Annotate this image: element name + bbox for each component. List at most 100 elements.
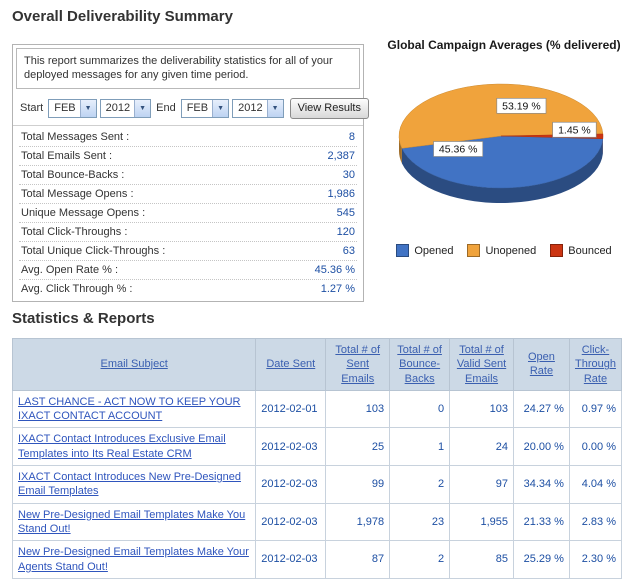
valid-sent-cell: 24 (450, 428, 514, 466)
chevron-down-icon: ▼ (267, 100, 283, 117)
stat-label: Avg. Open Rate % : (21, 264, 118, 276)
table-row: LAST CHANCE - ACT NOW TO KEEP YOUR IXACT… (13, 390, 622, 428)
end-month-select[interactable]: FEB ▼ (181, 99, 229, 118)
stat-label: Total Messages Sent : (21, 131, 129, 143)
email-subject-link[interactable]: IXACT Contact Introduces Exclusive Email… (18, 433, 226, 459)
pie-chart: 45.36 %53.19 %1.45 % (378, 70, 630, 230)
end-month-value: FEB (182, 100, 212, 117)
deliverability-page: Overall Deliverability Summary This repo… (0, 0, 634, 544)
email-subject-cell: New Pre-Designed Email Templates Make Yo… (13, 503, 256, 541)
valid-sent-cell: 103 (450, 390, 514, 428)
end-year-value: 2012 (233, 100, 266, 117)
stat-value: 8 (349, 131, 355, 143)
date-sent-cell: 2012-02-03 (256, 466, 326, 504)
start-year-value: 2012 (101, 100, 134, 117)
end-year-select[interactable]: 2012 ▼ (232, 99, 283, 118)
stat-value: 1.27 % (321, 283, 355, 295)
reports-section-title: Statistics & Reports (12, 310, 155, 327)
email-subject-cell: IXACT Contact Introduces Exclusive Email… (13, 428, 256, 466)
valid-sent-cell: 97 (450, 466, 514, 504)
svg-text:53.19 %: 53.19 % (502, 100, 541, 112)
summary-panel: This report summarizes the deliverabilit… (12, 44, 364, 302)
open-rate-cell: 20.00 % (513, 428, 569, 466)
open-rate-cell: 21.33 % (513, 503, 569, 541)
chevron-down-icon: ▼ (80, 100, 96, 117)
chevron-down-icon: ▼ (212, 100, 228, 117)
legend-label: Opened (414, 245, 453, 257)
col-header-click-through-rate: Click-Through Rate (569, 339, 621, 391)
open-rate-cell: 24.27 % (513, 390, 569, 428)
sort-link-date-sent[interactable]: Date Sent (266, 358, 315, 370)
sort-link-open-rate[interactable]: Open Rate (528, 351, 555, 377)
sent-emails-cell: 87 (326, 541, 390, 579)
click-through-rate-cell: 2.30 % (569, 541, 621, 579)
bounce-backs-cell: 2 (390, 541, 450, 579)
date-sent-cell: 2012-02-03 (256, 503, 326, 541)
stat-label: Avg. Click Through % : (21, 283, 132, 295)
reports-table: Email Subject Date Sent Total # of Sent … (12, 338, 622, 579)
stat-value: 545 (337, 207, 355, 219)
col-header-valid-sent: Total # of Valid Sent Emails (450, 339, 514, 391)
svg-text:1.45 %: 1.45 % (558, 124, 591, 136)
sort-link-sent-emails[interactable]: Total # of Sent Emails (335, 344, 380, 385)
chart-title: Global Campaign Averages (% delivered) (378, 38, 630, 52)
email-subject-link[interactable]: New Pre-Designed Email Templates Make Yo… (18, 546, 249, 572)
legend-label: Unopened (485, 245, 536, 257)
open-rate-cell: 25.29 % (513, 541, 569, 579)
col-header-sent-emails: Total # of Sent Emails (326, 339, 390, 391)
chart-panel: Global Campaign Averages (% delivered) 4… (378, 38, 630, 257)
col-header-email-subject: Email Subject (13, 339, 256, 391)
stat-value: 2,387 (327, 150, 355, 162)
sort-link-valid-sent[interactable]: Total # of Valid Sent Emails (457, 344, 506, 385)
click-through-rate-cell: 0.97 % (569, 390, 621, 428)
end-label: End (154, 102, 178, 114)
start-month-value: FEB (49, 100, 79, 117)
sent-emails-cell: 103 (326, 390, 390, 428)
start-label: Start (18, 102, 45, 114)
stat-label: Total Emails Sent : (21, 150, 112, 162)
stat-value: 45.36 % (315, 264, 355, 276)
start-year-select[interactable]: 2012 ▼ (100, 99, 151, 118)
stat-row: Total Message Opens :1,986 (19, 185, 357, 204)
sort-link-email-subject[interactable]: Email Subject (101, 358, 168, 370)
sort-link-click-through-rate[interactable]: Click-Through Rate (575, 344, 616, 385)
sort-link-bounce-backs[interactable]: Total # of Bounce-Backs (397, 344, 442, 385)
stat-row: Total Click-Throughs :120 (19, 223, 357, 242)
start-month-select[interactable]: FEB ▼ (48, 99, 96, 118)
table-header-row: Email Subject Date Sent Total # of Sent … (13, 339, 622, 391)
email-subject-link[interactable]: New Pre-Designed Email Templates Make Yo… (18, 509, 245, 535)
stat-label: Total Bounce-Backs : (21, 169, 124, 181)
sent-emails-cell: 99 (326, 466, 390, 504)
table-row: IXACT Contact Introduces Exclusive Email… (13, 428, 622, 466)
page-title: Overall Deliverability Summary (12, 8, 233, 25)
stat-row: Total Messages Sent : 8 (19, 128, 357, 147)
col-header-open-rate: Open Rate (513, 339, 569, 391)
legend-item-unopened: Unopened (467, 244, 536, 257)
stat-label: Total Unique Click-Throughs : (21, 245, 165, 257)
date-sent-cell: 2012-02-01 (256, 390, 326, 428)
sent-emails-cell: 25 (326, 428, 390, 466)
view-results-button[interactable]: View Results (290, 98, 369, 119)
email-subject-link[interactable]: LAST CHANCE - ACT NOW TO KEEP YOUR IXACT… (18, 396, 241, 422)
stat-row: Total Emails Sent : 2,387 (19, 147, 357, 166)
legend-item-bounced: Bounced (550, 244, 611, 257)
email-subject-cell: LAST CHANCE - ACT NOW TO KEEP YOUR IXACT… (13, 390, 256, 428)
email-subject-cell: IXACT Contact Introduces New Pre-Designe… (13, 466, 256, 504)
stats-list: Total Messages Sent : 8 Total Emails Sent… (13, 126, 363, 301)
chevron-down-icon: ▼ (134, 100, 150, 117)
table-row: New Pre-Designed Email Templates Make Yo… (13, 503, 622, 541)
stat-row: Total Bounce-Backs :30 (19, 166, 357, 185)
date-range-controls: Start FEB ▼ 2012 ▼ End FEB ▼ 2012 ▼ View… (13, 92, 363, 126)
click-through-rate-cell: 2.83 % (569, 503, 621, 541)
legend-label: Bounced (568, 245, 611, 257)
stat-value: 120 (337, 226, 355, 238)
bounce-backs-cell: 0 (390, 390, 450, 428)
stat-row: Total Unique Click-Throughs :63 (19, 242, 357, 261)
sent-emails-cell: 1,978 (326, 503, 390, 541)
click-through-rate-cell: 4.04 % (569, 466, 621, 504)
stat-row: Avg. Click Through % : 1.27 % (19, 280, 357, 298)
bounce-backs-cell: 2 (390, 466, 450, 504)
email-subject-link[interactable]: IXACT Contact Introduces New Pre-Designe… (18, 471, 241, 497)
email-subject-cell: New Pre-Designed Email Templates Make Yo… (13, 541, 256, 579)
stat-row: Avg. Open Rate % : 45.36 % (19, 261, 357, 280)
